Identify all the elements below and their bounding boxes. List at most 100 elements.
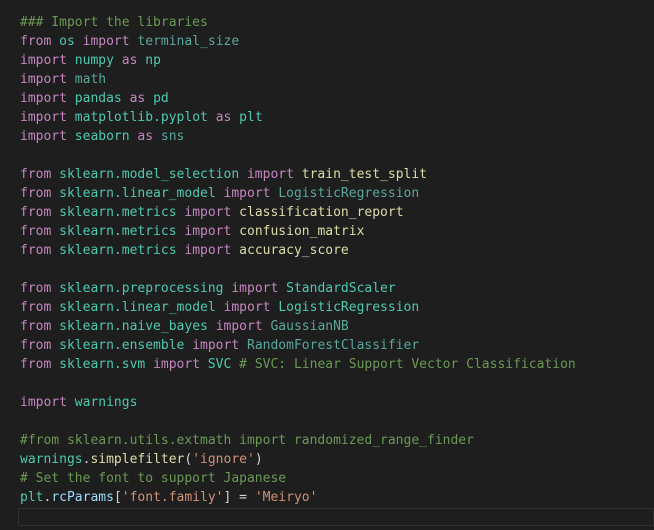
code-line[interactable]: import matplotlib.pyplot as plt bbox=[20, 108, 650, 127]
identifier-token: LogisticRegression bbox=[278, 186, 420, 201]
module-token: os bbox=[59, 34, 75, 49]
keyword-token: import bbox=[192, 338, 240, 353]
keyword-token: from bbox=[20, 224, 52, 239]
code-line[interactable]: from sklearn.svm import SVC # SVC: Linea… bbox=[20, 355, 650, 374]
code-line[interactable]: from sklearn.model_selection import trai… bbox=[20, 165, 650, 184]
code-line[interactable] bbox=[20, 260, 650, 279]
punctuation-token bbox=[51, 281, 59, 296]
punctuation-token bbox=[67, 53, 75, 68]
punctuation-token bbox=[294, 167, 302, 182]
identifier-token: GaussianNB bbox=[270, 319, 349, 334]
module-token: numpy bbox=[74, 53, 114, 68]
code-editor[interactable]: ### Import the libraries from os import t… bbox=[0, 0, 654, 530]
module-token: sklearn.linear_model bbox=[59, 186, 216, 201]
punctuation-token bbox=[153, 129, 161, 144]
string-token: 'Meiryo' bbox=[254, 490, 318, 505]
keyword-token: import bbox=[20, 72, 67, 87]
module-token: sklearn.model_selection bbox=[59, 167, 240, 182]
punctuation-token bbox=[51, 167, 59, 182]
punctuation-token bbox=[67, 395, 75, 410]
punctuation-token bbox=[67, 129, 75, 144]
keyword-token: import bbox=[215, 319, 263, 334]
module-token: sklearn.metrics bbox=[59, 243, 177, 258]
identifier-token: math bbox=[74, 72, 107, 87]
identifier-token: sns bbox=[160, 129, 185, 144]
string-token: 'font.family' bbox=[121, 490, 224, 505]
code-line[interactable]: import warnings bbox=[20, 393, 650, 412]
keyword-token: from bbox=[20, 34, 52, 49]
module-token: warnings bbox=[20, 452, 83, 467]
code-line[interactable]: from sklearn.naive_bayes import Gaussian… bbox=[20, 317, 650, 336]
punctuation-token bbox=[51, 243, 59, 258]
punctuation-token bbox=[51, 186, 59, 201]
module-token: plt bbox=[239, 110, 263, 125]
current-line-highlight[interactable] bbox=[18, 508, 654, 526]
code-line[interactable]: from sklearn.ensemble import RandomFores… bbox=[20, 336, 650, 355]
comment-token: ### Import the libraries bbox=[20, 15, 208, 30]
keyword-token: import bbox=[184, 205, 232, 220]
keyword-token: import bbox=[223, 186, 271, 201]
code-line[interactable]: import pandas as pd bbox=[20, 89, 650, 108]
punctuation-token bbox=[231, 205, 239, 220]
code-line[interactable]: # Set the font to support Japanese bbox=[20, 469, 650, 488]
keyword-token: import bbox=[231, 281, 279, 296]
comment-token: # Set the font to support Japanese bbox=[20, 471, 287, 486]
keyword-token: import bbox=[153, 357, 201, 372]
punctuation-token bbox=[122, 91, 130, 106]
keyword-token: import bbox=[20, 129, 67, 144]
code-line[interactable]: import math bbox=[20, 70, 650, 89]
code-line[interactable]: import numpy as np bbox=[20, 51, 650, 70]
code-line[interactable] bbox=[20, 146, 650, 165]
module-token: sklearn.metrics bbox=[59, 205, 177, 220]
punctuation-token bbox=[200, 357, 208, 372]
keyword-token: from bbox=[20, 243, 52, 258]
keyword-token: import bbox=[184, 224, 232, 239]
keyword-token: import bbox=[246, 167, 294, 182]
code-line[interactable]: from sklearn.metrics import accuracy_sco… bbox=[20, 241, 650, 260]
module-token: matplotlib.pyplot bbox=[74, 110, 208, 125]
function-token: confusion_matrix bbox=[239, 224, 365, 239]
punctuation-token bbox=[231, 243, 239, 258]
punctuation-token bbox=[67, 72, 75, 87]
punctuation-token bbox=[51, 319, 59, 334]
punctuation-token bbox=[145, 91, 153, 106]
code-line[interactable]: ### Import the libraries bbox=[20, 13, 650, 32]
keyword-token: import bbox=[20, 395, 67, 410]
code-lines[interactable]: ### Import the libraries from os import t… bbox=[20, 13, 650, 507]
keyword-token: import bbox=[20, 110, 67, 125]
code-line[interactable]: import seaborn as sns bbox=[20, 127, 650, 146]
punctuation-token bbox=[216, 300, 224, 315]
code-line[interactable] bbox=[20, 374, 650, 393]
keyword-token: import bbox=[82, 34, 130, 49]
keyword-token: from bbox=[20, 186, 52, 201]
keyword-token: as bbox=[129, 91, 146, 106]
code-line[interactable] bbox=[20, 412, 650, 431]
code-line[interactable]: #from sklearn.utils.extmath import rando… bbox=[20, 431, 650, 450]
code-line[interactable]: from sklearn.metrics import confusion_ma… bbox=[20, 222, 650, 241]
code-line[interactable]: from sklearn.metrics import classificati… bbox=[20, 203, 650, 222]
keyword-token: from bbox=[20, 319, 52, 334]
identifier-token: terminal_size bbox=[137, 34, 240, 49]
keyword-token: from bbox=[20, 281, 52, 296]
module-token: warnings bbox=[74, 395, 138, 410]
identifier-token: RandomForestClassifier bbox=[247, 338, 420, 353]
module-token: pandas bbox=[74, 91, 122, 106]
code-line[interactable]: plt.rcParams['font.family'] = 'Meiryo' bbox=[20, 488, 650, 507]
code-line[interactable]: from os import terminal_size bbox=[20, 32, 650, 51]
keyword-token: from bbox=[20, 167, 52, 182]
punctuation-token bbox=[51, 338, 59, 353]
punctuation-token bbox=[239, 338, 247, 353]
punctuation-token bbox=[114, 53, 122, 68]
code-line[interactable]: warnings.simplefilter('ignore') bbox=[20, 450, 650, 469]
module-token: StandardScaler bbox=[286, 281, 396, 296]
punctuation-token bbox=[51, 224, 59, 239]
keyword-token: import bbox=[223, 300, 271, 315]
code-line[interactable]: from sklearn.linear_model import Logisti… bbox=[20, 184, 650, 203]
comment-token: #from sklearn.utils.extmath import rando… bbox=[20, 433, 474, 448]
punctuation-token bbox=[51, 357, 59, 372]
module-token: SVC bbox=[207, 357, 232, 372]
punctuation-token bbox=[51, 34, 59, 49]
code-line[interactable]: from sklearn.linear_model import Logisti… bbox=[20, 298, 650, 317]
keyword-token: from bbox=[20, 357, 52, 372]
code-line[interactable]: from sklearn.preprocessing import Standa… bbox=[20, 279, 650, 298]
